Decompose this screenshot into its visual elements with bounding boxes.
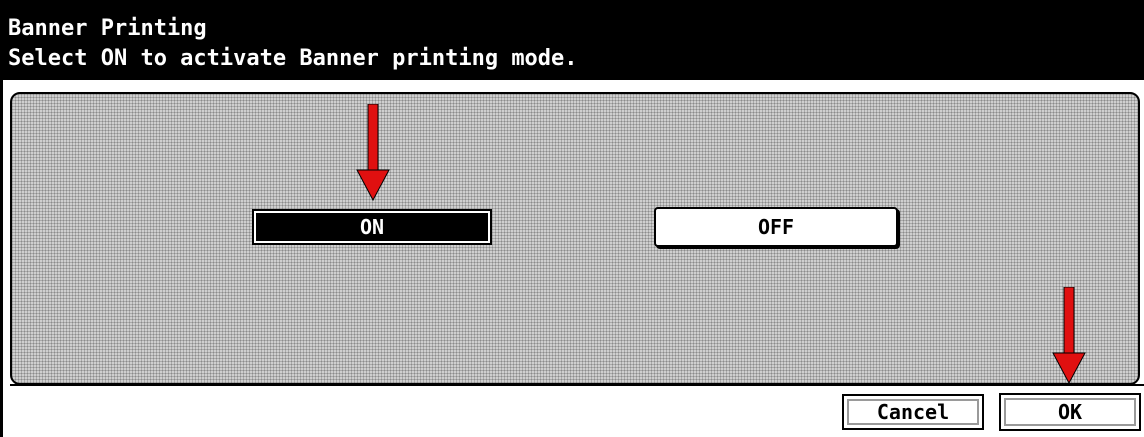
on-button[interactable]: ON: [252, 209, 492, 245]
screen-title: Banner Printing: [8, 16, 207, 41]
footer-divider: [10, 384, 1144, 386]
on-button-label: ON: [359, 215, 385, 239]
screen-instruction: Select ON to activate Banner printing mo…: [8, 46, 578, 71]
ok-button-label: OK: [1057, 400, 1083, 424]
annotation-arrow-down-icon: [356, 104, 390, 202]
frame-border: [0, 80, 10, 437]
off-button-label: OFF: [757, 215, 795, 239]
screen-header: Banner Printing Select ON to activate Ba…: [0, 0, 1144, 80]
cancel-button-label: Cancel: [876, 400, 950, 424]
ok-button[interactable]: OK: [999, 393, 1141, 431]
options-panel: [10, 92, 1140, 385]
cancel-button[interactable]: Cancel: [842, 394, 984, 430]
annotation-arrow-down-icon: [1052, 287, 1086, 385]
off-button[interactable]: OFF: [654, 207, 898, 247]
